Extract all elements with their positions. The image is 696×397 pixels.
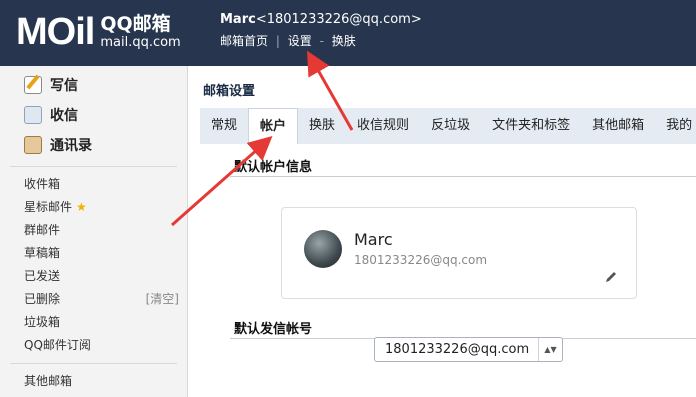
default-account-heading: 默认帐户信息 — [234, 160, 313, 175]
folder-spam[interactable]: 垃圾箱 — [0, 311, 187, 334]
nav-skin-link[interactable]: 换肤 — [332, 34, 356, 48]
folder-starred[interactable]: 星标邮件 ★ — [0, 196, 187, 219]
top-header: MOil QQ邮箱 mail.qq.com Marc<1801233226@qq… — [0, 0, 696, 66]
contacts-button[interactable]: 通讯录 — [0, 130, 187, 160]
default-sender-select[interactable]: 1801233226@qq.com ▲▼ — [374, 337, 563, 362]
section-divider — [230, 176, 696, 177]
star-icon: ★ — [76, 200, 87, 214]
compose-button[interactable]: 写信 — [0, 70, 187, 100]
dropdown-arrows-icon: ▲▼ — [538, 338, 562, 361]
sidebar: 写信 收信 通讯录 收件箱 星标邮件 ★ 群邮件 草稿箱 已发送 已删除 [清空] … — [0, 66, 188, 397]
folder-inbox[interactable]: 收件箱 — [0, 173, 187, 196]
sidebar-divider — [10, 166, 177, 167]
folder-label: 垃圾箱 — [24, 315, 61, 329]
account-card: Marc 1801233226@qq.com — [281, 207, 637, 299]
folder-label: 群邮件 — [24, 223, 61, 237]
avatar[interactable] — [304, 230, 342, 268]
receive-button[interactable]: 收信 — [0, 100, 187, 130]
receive-label: 收信 — [50, 108, 78, 124]
nav-dash: - — [319, 34, 324, 48]
inbox-icon — [24, 106, 42, 124]
folder-label: 其他邮箱 — [24, 374, 73, 388]
edit-pencil-icon[interactable] — [604, 270, 618, 284]
logo-url: mail.qq.com — [100, 35, 181, 50]
folder-label: QQ邮件订阅 — [24, 338, 91, 352]
top-nav: 邮箱首页 | 设置 - 换肤 — [220, 32, 356, 49]
empty-trash-link[interactable]: [清空] — [146, 288, 179, 311]
folder-other-mailboxes[interactable]: 其他邮箱 — [0, 370, 187, 393]
user-email: <1801233226@qq.com> — [255, 12, 422, 27]
nav-settings-link[interactable]: 设置 — [288, 34, 312, 48]
tab-mine[interactable]: 我的 — [655, 108, 696, 144]
logo-cn: QQ邮箱 — [100, 13, 171, 35]
tab-other-mailboxes[interactable]: 其他邮箱 — [581, 108, 655, 144]
account-email: 1801233226@qq.com — [354, 253, 488, 267]
tab-account[interactable]: 帐户 — [248, 108, 299, 144]
settings-tabs: 常规 帐户 换肤 收信规则 反垃圾 文件夹和标签 其他邮箱 我的 — [200, 108, 696, 144]
contacts-label: 通讯录 — [50, 138, 92, 154]
default-sender-heading: 默认发信帐号 — [234, 322, 313, 337]
logo-mail-text: MOil — [16, 11, 95, 53]
folder-label: 已发送 — [24, 269, 61, 283]
pencil-icon — [24, 76, 42, 94]
tab-rules[interactable]: 收信规则 — [346, 108, 420, 144]
folder-label: 草稿箱 — [24, 246, 61, 260]
user-name: Marc — [220, 12, 256, 27]
sidebar-divider — [10, 363, 177, 364]
folder-label: 收件箱 — [24, 177, 61, 191]
nav-separator: | — [275, 34, 280, 48]
tab-folders-labels[interactable]: 文件夹和标签 — [481, 108, 581, 144]
compose-label: 写信 — [50, 78, 78, 94]
folder-label: 星标邮件 — [24, 200, 73, 214]
user-info: Marc<1801233226@qq.com> — [220, 12, 422, 27]
folder-sent[interactable]: 已发送 — [0, 265, 187, 288]
tab-general[interactable]: 常规 — [200, 108, 248, 144]
folder-drafts[interactable]: 草稿箱 — [0, 242, 187, 265]
account-name: Marc — [354, 230, 393, 249]
settings-panel: 邮箱设置 常规 帐户 换肤 收信规则 反垃圾 文件夹和标签 其他邮箱 我的 默认… — [189, 66, 696, 397]
logo-text: QQ邮箱 mail.qq.com — [100, 13, 180, 51]
tab-skin[interactable]: 换肤 — [298, 108, 346, 144]
page-title: 邮箱设置 — [203, 84, 256, 99]
qqmail-logo[interactable]: MOil QQ邮箱 mail.qq.com — [16, 10, 181, 54]
selected-sender: 1801233226@qq.com — [385, 342, 530, 357]
folder-group[interactable]: 群邮件 — [0, 219, 187, 242]
tab-antispam[interactable]: 反垃圾 — [420, 108, 481, 144]
folder-subscriptions[interactable]: QQ邮件订阅 — [0, 334, 187, 357]
nav-home-link[interactable]: 邮箱首页 — [220, 34, 268, 48]
contacts-icon — [24, 136, 42, 154]
folder-deleted[interactable]: 已删除 [清空] — [0, 288, 187, 311]
folder-label: 已删除 — [24, 292, 61, 306]
